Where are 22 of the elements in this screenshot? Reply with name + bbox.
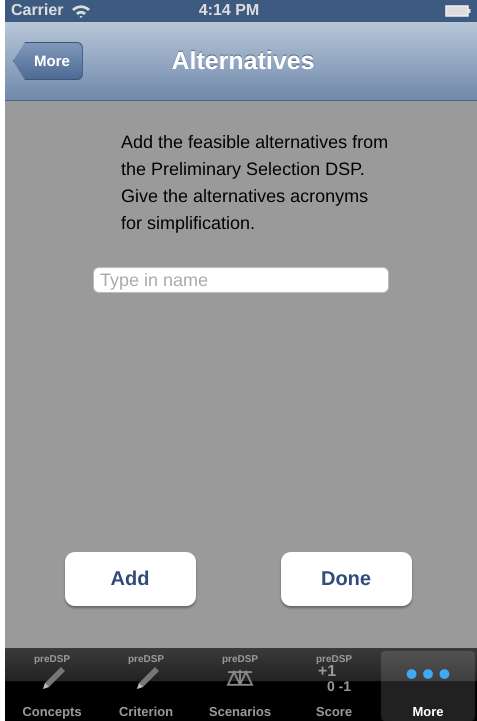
wifi-icon (71, 4, 92, 18)
carrier-label: Carrier (11, 2, 64, 20)
tab-item[interactable]: preDSP Concepts (5, 651, 99, 721)
screen-title: Alternatives (171, 46, 315, 76)
battery-icon (445, 5, 471, 17)
more-dots-icon (405, 668, 451, 680)
tab-caption: preDSP (222, 654, 258, 665)
back-button[interactable]: More (13, 42, 83, 80)
tab-item[interactable]: preDSP Scenarios (193, 651, 287, 721)
tab-item[interactable]: More (381, 651, 475, 721)
action-button[interactable]: Done (280, 552, 412, 606)
name-input-field[interactable]: Type in name (93, 267, 389, 293)
action-button[interactable]: Add (64, 552, 196, 606)
score-minus-text: 0 -1 (326, 679, 352, 694)
tab-caption: preDSP (316, 654, 352, 665)
score-plus-text: +1 (318, 665, 336, 679)
tab-caption: preDSP (128, 654, 164, 665)
tab-item[interactable]: preDSP Criterion (99, 651, 193, 721)
tab-caption: preDSP (34, 654, 70, 665)
instructions-text: Add the feasible alternatives from the Preliminary Selection DSP. Give the alternatives acronyms for simplification. (121, 131, 390, 235)
clock-time: 4:14 PM (198, 2, 260, 20)
tab-item[interactable]: preDSP +1 0 -1 Score (287, 651, 381, 721)
